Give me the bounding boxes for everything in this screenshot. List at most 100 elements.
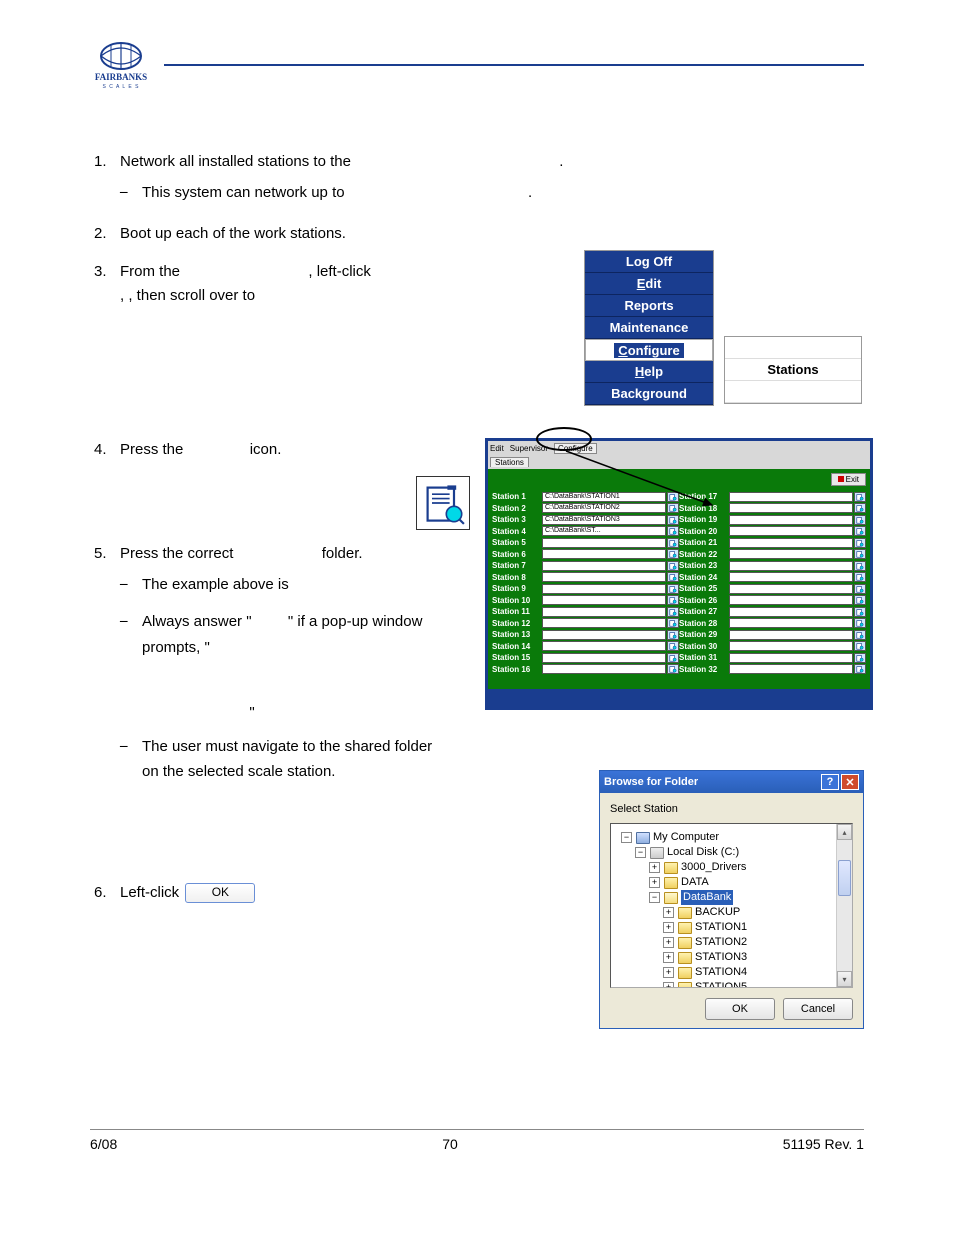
station-path-input[interactable] (729, 526, 853, 536)
browse-icon[interactable] (667, 653, 679, 663)
station-path-input[interactable] (542, 561, 666, 571)
station-path-input[interactable] (542, 572, 666, 582)
station-path-input[interactable] (542, 538, 666, 548)
station-path-input[interactable] (729, 595, 853, 605)
collapse-icon[interactable]: − (621, 832, 632, 843)
station-path-input[interactable] (729, 549, 853, 559)
browse-icon[interactable] (854, 653, 866, 663)
station-path-input[interactable] (542, 618, 666, 628)
tree-item[interactable]: 3000_Drivers (681, 860, 746, 875)
browse-folder-icon[interactable] (416, 476, 470, 530)
station-path-input[interactable] (542, 664, 666, 674)
browse-icon[interactable] (854, 584, 866, 594)
tree-item[interactable]: STATION4 (695, 965, 747, 980)
station-path-input[interactable] (729, 503, 853, 513)
menubar-edit[interactable]: Edit (490, 444, 504, 453)
tree-item[interactable]: STATION3 (695, 950, 747, 965)
station-path-input[interactable] (542, 641, 666, 651)
browse-icon[interactable] (854, 561, 866, 571)
station-path-input[interactable] (542, 607, 666, 617)
menu-item-background[interactable]: Background (585, 383, 713, 405)
browse-icon[interactable] (667, 526, 679, 536)
browse-icon[interactable] (667, 630, 679, 640)
tree-item[interactable]: BACKUP (695, 905, 740, 920)
collapse-icon[interactable]: − (649, 892, 660, 903)
station-path-input[interactable] (729, 664, 853, 674)
station-path-input[interactable] (542, 653, 666, 663)
tab-stations[interactable]: Stations (490, 457, 529, 467)
browse-icon[interactable] (854, 618, 866, 628)
menu-item-edit[interactable]: Edit (585, 273, 713, 295)
browse-icon[interactable] (854, 492, 866, 502)
station-path-input[interactable] (729, 492, 853, 502)
scroll-down-icon[interactable]: ▾ (837, 971, 852, 987)
folder-tree[interactable]: −My Computer −Local Disk (C:) +3000_Driv… (610, 823, 853, 988)
browse-icon[interactable] (667, 549, 679, 559)
browse-icon[interactable] (667, 641, 679, 651)
tree-item[interactable]: My Computer (653, 830, 719, 845)
browse-icon[interactable] (854, 549, 866, 559)
station-path-input[interactable] (542, 595, 666, 605)
ok-button[interactable]: OK (705, 998, 775, 1020)
station-path-input[interactable] (729, 584, 853, 594)
browse-icon[interactable] (667, 515, 679, 525)
expand-icon[interactable]: + (649, 877, 660, 888)
help-icon[interactable]: ? (821, 774, 839, 790)
station-path-input[interactable] (542, 549, 666, 559)
browse-icon[interactable] (854, 503, 866, 513)
expand-icon[interactable]: + (663, 982, 674, 988)
browse-icon[interactable] (667, 561, 679, 571)
browse-icon[interactable] (667, 618, 679, 628)
expand-icon[interactable]: + (649, 862, 660, 873)
station-path-input[interactable] (542, 584, 666, 594)
expand-icon[interactable]: + (663, 922, 674, 933)
tree-item[interactable]: STATION5 (695, 980, 747, 988)
browse-icon[interactable] (854, 538, 866, 548)
browse-icon[interactable] (854, 515, 866, 525)
scroll-up-icon[interactable]: ▴ (837, 824, 852, 840)
browse-icon[interactable] (854, 572, 866, 582)
browse-icon[interactable] (854, 664, 866, 674)
station-path-input[interactable]: C:\DataBank\STATION3 (542, 515, 666, 525)
station-path-input[interactable] (542, 630, 666, 640)
close-icon[interactable]: ✕ (841, 774, 859, 790)
browse-icon[interactable] (667, 572, 679, 582)
browse-icon[interactable] (854, 630, 866, 640)
expand-icon[interactable]: + (663, 967, 674, 978)
menu-item-reports[interactable]: Reports (585, 295, 713, 317)
menu-item-logoff[interactable]: Log Off (585, 251, 713, 273)
browse-icon[interactable] (854, 641, 866, 651)
menu-item-configure[interactable]: Configure (585, 339, 713, 361)
station-path-input[interactable] (729, 607, 853, 617)
expand-icon[interactable]: + (663, 937, 674, 948)
browse-icon[interactable] (667, 538, 679, 548)
browse-icon[interactable] (854, 526, 866, 536)
scrollbar[interactable]: ▴ ▾ (836, 824, 852, 987)
tree-item[interactable]: Local Disk (C:) (667, 845, 739, 860)
scroll-thumb[interactable] (838, 860, 851, 896)
tree-item[interactable]: STATION2 (695, 935, 747, 950)
browse-icon[interactable] (667, 595, 679, 605)
cancel-button[interactable]: Cancel (783, 998, 853, 1020)
tree-item-selected[interactable]: DataBank (681, 890, 733, 905)
exit-button[interactable]: Exit (831, 473, 866, 486)
collapse-icon[interactable]: − (635, 847, 646, 858)
station-path-input[interactable]: C:\DataBank\ST... (542, 526, 666, 536)
menu-item-maintenance[interactable]: Maintenance (585, 317, 713, 339)
station-path-input[interactable] (729, 641, 853, 651)
menu-item-help[interactable]: Help (585, 361, 713, 383)
expand-icon[interactable]: + (663, 952, 674, 963)
station-path-input[interactable] (729, 630, 853, 640)
browse-icon[interactable] (667, 607, 679, 617)
station-path-input[interactable] (729, 515, 853, 525)
station-path-input[interactable] (729, 538, 853, 548)
station-path-input[interactable] (729, 561, 853, 571)
station-path-input[interactable] (729, 618, 853, 628)
station-path-input[interactable] (729, 653, 853, 663)
ok-button-inline[interactable]: OK (185, 883, 255, 903)
station-path-input[interactable] (729, 572, 853, 582)
submenu-stations[interactable]: Stations (725, 359, 861, 381)
browse-icon[interactable] (854, 595, 866, 605)
tree-item[interactable]: STATION1 (695, 920, 747, 935)
browse-icon[interactable] (854, 607, 866, 617)
